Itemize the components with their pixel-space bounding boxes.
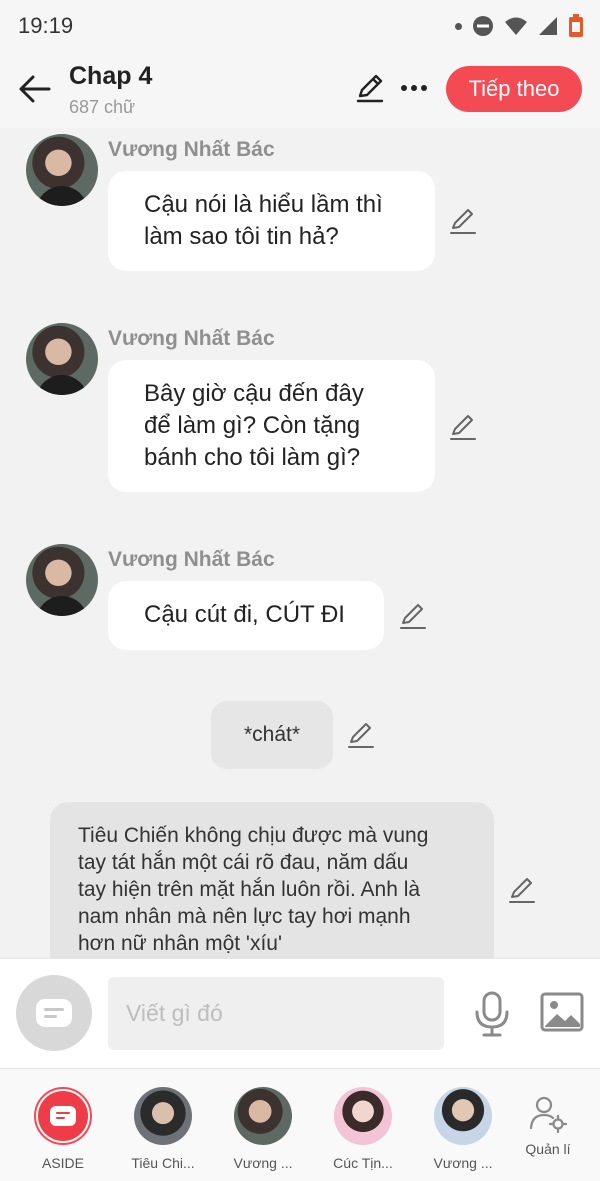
word-count: 687 chữ	[69, 97, 136, 117]
aside-avatar	[34, 1087, 92, 1145]
message-input[interactable]	[108, 977, 444, 1050]
character-name: Vương ...	[233, 1155, 293, 1171]
character-item[interactable]: Tiêu Chi...	[113, 1087, 213, 1171]
message-bubble[interactable]: Cậu cút đi, CÚT ĐI	[108, 581, 384, 650]
microphone-icon[interactable]	[472, 990, 512, 1038]
user-gear-icon	[529, 1096, 568, 1133]
message-type-toggle[interactable]	[16, 975, 92, 1051]
sender-name: Vương Nhất Bác	[108, 327, 275, 350]
avatar[interactable]	[26, 134, 98, 206]
edit-narration-pencil-icon[interactable]	[507, 875, 537, 905]
character-item[interactable]: Vương ...	[213, 1087, 313, 1171]
avatar	[134, 1087, 192, 1145]
do-not-disturb-icon	[473, 16, 493, 36]
message-bubble[interactable]: Bây giờ cậu đến đây để làm gì? Còn tặng …	[108, 360, 435, 492]
character-item[interactable]: Cúc Tịn...	[313, 1087, 413, 1171]
edit-message-pencil-icon[interactable]	[448, 206, 478, 236]
chat-area[interactable]: Vương Nhất Bác Cậu nói là hiểu lầm thì l…	[0, 128, 600, 958]
character-name: Cúc Tịn...	[333, 1155, 393, 1171]
message-line: để làm gì? Còn tặng	[144, 412, 361, 439]
narration-line: nam nhân mà nên lực tay hơi mạnh	[78, 905, 411, 928]
signal-icon	[539, 17, 557, 35]
more-options-icon[interactable]	[398, 72, 430, 104]
status-bar: 19:19	[0, 0, 600, 52]
back-arrow-icon[interactable]	[18, 72, 52, 106]
avatar	[234, 1087, 292, 1145]
avatar[interactable]	[26, 323, 98, 395]
message-line: bánh cho tôi làm gì?	[144, 444, 361, 471]
narration-line: hơn nữ nhân một 'xíu'	[78, 932, 282, 955]
character-name: Vương ...	[433, 1155, 493, 1171]
sender-name: Vương Nhất Bác	[108, 548, 275, 571]
avatar	[334, 1087, 392, 1145]
chapter-title: Chap 4	[69, 62, 153, 90]
edit-chapter-pencil-icon[interactable]	[354, 72, 386, 104]
manage-characters-button[interactable]: Quản lí	[498, 1087, 598, 1157]
message-icon	[50, 1106, 76, 1126]
notification-dot-icon	[455, 22, 462, 30]
message-line: Cậu cút đi, CÚT ĐI	[144, 601, 345, 628]
wifi-icon	[505, 17, 527, 35]
edit-message-pencil-icon[interactable]	[398, 601, 428, 631]
narration-line: Tiêu Chiến không chịu được mà vung	[78, 824, 429, 847]
character-aside[interactable]: ASIDE	[13, 1087, 113, 1171]
character-name: Tiêu Chi...	[131, 1155, 195, 1171]
edit-message-pencil-icon[interactable]	[448, 412, 478, 442]
editor-header: Chap 4 687 chữ Tiếp theo	[0, 52, 600, 128]
status-icons	[455, 14, 584, 38]
message-line: Cậu nói là hiểu lầm thì	[144, 191, 383, 218]
edit-action-pencil-icon[interactable]	[346, 720, 376, 750]
action-bubble[interactable]: *chát*	[211, 701, 333, 769]
avatar	[434, 1087, 492, 1145]
status-time: 19:19	[18, 13, 74, 38]
narration-line: tay tát hắn một cái rõ đau, năm dấu	[78, 851, 409, 874]
message-bubble[interactable]: Cậu nói là hiểu lầm thì làm sao tôi tin …	[108, 171, 435, 271]
manage-label: Quản lí	[525, 1141, 571, 1157]
avatar[interactable]	[26, 544, 98, 616]
narration-bubble[interactable]: Tiêu Chiến không chịu được mà vung tay t…	[50, 802, 494, 958]
narration-line: tay hiện trên mặt hắn luôn rồi. Anh là	[78, 878, 421, 901]
next-chapter-button[interactable]: Tiếp theo	[446, 66, 582, 112]
battery-icon	[569, 14, 583, 37]
composer	[0, 958, 600, 1068]
character-name: ASIDE	[41, 1155, 84, 1171]
message-line: làm sao tôi tin hả?	[144, 223, 339, 250]
message-line: Bây giờ cậu đến đây	[144, 380, 364, 407]
image-icon[interactable]	[540, 992, 584, 1032]
sender-name: Vương Nhất Bác	[108, 138, 275, 161]
message-icon	[36, 999, 72, 1027]
character-bar: ASIDE Tiêu Chi... Vương ... Cúc Tịn... V…	[0, 1068, 600, 1181]
